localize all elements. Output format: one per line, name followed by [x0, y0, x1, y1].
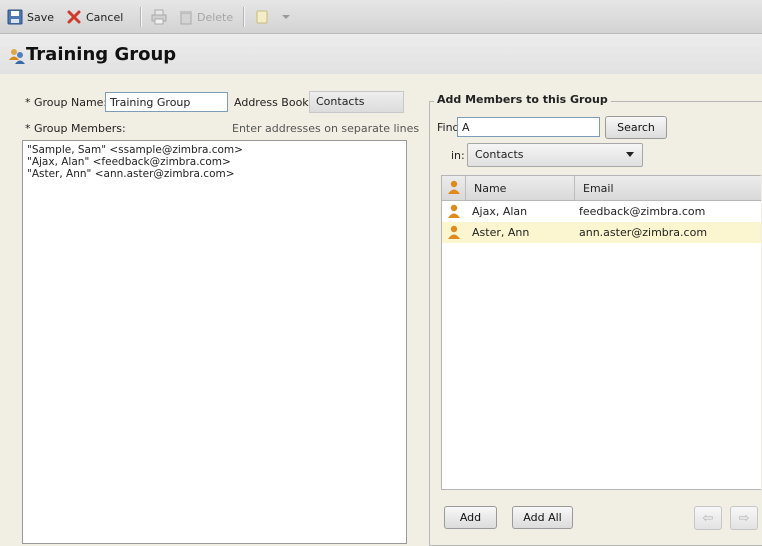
cancel-label: Cancel [86, 10, 124, 24]
page-title: Training Group [26, 44, 177, 65]
contact-icon [448, 180, 460, 194]
result-row-selected[interactable]: Aster, Ann ann.aster@zimbra.com [442, 222, 761, 243]
result-name: Ajax, Alan [472, 205, 528, 218]
cancel-icon [67, 10, 81, 24]
chevron-down-icon [282, 15, 290, 19]
next-page-button[interactable]: ⇨ [730, 506, 758, 530]
trash-icon [180, 11, 192, 25]
address-book-label: Address Book: [234, 96, 313, 109]
in-select-value: Contacts [475, 148, 524, 161]
result-row[interactable]: Ajax, Alan feedback@zimbra.com [442, 201, 761, 222]
add-members-legend: Add Members to this Group [434, 93, 611, 106]
add-button[interactable]: Add [444, 506, 497, 529]
tag-icon [256, 10, 268, 24]
cancel-button[interactable]: Cancel [66, 9, 123, 25]
contact-icon [448, 225, 460, 239]
contact-icon [448, 204, 460, 218]
column-separator [574, 176, 575, 200]
toolbar: Save Cancel Delete [0, 0, 762, 34]
group-members-label: * Group Members: [25, 122, 126, 135]
address-book-select[interactable]: Contacts [309, 91, 404, 113]
result-email: feedback@zimbra.com [579, 205, 706, 218]
results-list[interactable]: Name Email Ajax, Alan feedback@zimbra.co… [441, 175, 761, 490]
group-name-label: * Group Name: [25, 96, 108, 109]
find-input[interactable] [457, 117, 600, 137]
delete-label: Delete [197, 10, 234, 24]
group-members-textarea[interactable]: "Sample, Sam" <ssample@zimbra.com> "Ajax… [22, 140, 407, 544]
save-icon [7, 9, 23, 25]
toolbar-separator [243, 7, 244, 27]
column-header-email[interactable]: Email [583, 182, 614, 195]
members-hint: Enter addresses on separate lines [232, 122, 420, 135]
print-icon [151, 9, 167, 25]
group-name-input[interactable] [105, 92, 228, 112]
delete-button[interactable]: Delete [179, 9, 233, 25]
column-separator [465, 176, 466, 200]
in-label: in: [451, 149, 465, 162]
print-button[interactable] [151, 9, 167, 25]
result-name: Aster, Ann [472, 226, 530, 239]
column-header-name[interactable]: Name [474, 182, 506, 195]
toolbar-separator [140, 7, 141, 27]
results-header: Name Email [442, 176, 761, 201]
in-select[interactable]: Contacts [467, 143, 643, 167]
group-icon [9, 49, 25, 64]
title-bar: Training Group [0, 34, 762, 74]
add-all-button[interactable]: Add All [512, 506, 573, 529]
dropdown-arrow-icon [626, 152, 634, 157]
tag-menu-button[interactable] [255, 9, 291, 25]
arrow-right-icon: ⇨ [738, 510, 750, 526]
search-button[interactable]: Search [605, 116, 667, 139]
save-button[interactable]: Save [7, 9, 54, 25]
arrow-left-icon: ⇦ [702, 510, 714, 526]
result-email: ann.aster@zimbra.com [579, 226, 708, 239]
previous-page-button[interactable]: ⇦ [694, 506, 722, 530]
save-label: Save [27, 10, 55, 24]
